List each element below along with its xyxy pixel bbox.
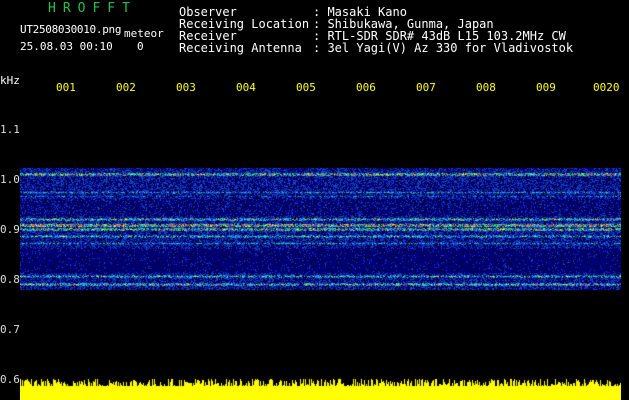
antenna-value: : 3el Yagi(V) Az 330 for Vladivostok: [313, 41, 574, 55]
y-tick: 1.0: [0, 173, 20, 186]
x-tick: 009: [536, 81, 556, 94]
x-tick: 003: [176, 81, 196, 94]
app-title: HROFFT: [48, 1, 137, 16]
detection-count: 0: [137, 40, 144, 53]
y-axis-unit: kHz: [0, 74, 20, 87]
y-tick: 0.7: [0, 323, 20, 336]
y-tick: 0.9: [0, 223, 20, 236]
date-time: 25.08.03 00:10: [20, 40, 113, 53]
y-tick: 0.6: [0, 373, 20, 386]
x-tick: 007: [416, 81, 436, 94]
x-tick: 005: [296, 81, 316, 94]
x-tick: 0020: [593, 81, 620, 94]
y-tick: 0.8: [0, 273, 20, 286]
x-tick: 002: [116, 81, 136, 94]
x-tick: 004: [236, 81, 256, 94]
x-tick: 006: [356, 81, 376, 94]
spectrogram: [20, 98, 621, 400]
x-tick: 008: [476, 81, 496, 94]
file-name: UT2508030010.png: [20, 23, 122, 36]
antenna-label: Receiving Antenna: [179, 41, 302, 55]
mode-label: meteor: [124, 27, 164, 40]
x-tick: 001: [56, 81, 76, 94]
y-tick: 1.1: [0, 123, 20, 136]
